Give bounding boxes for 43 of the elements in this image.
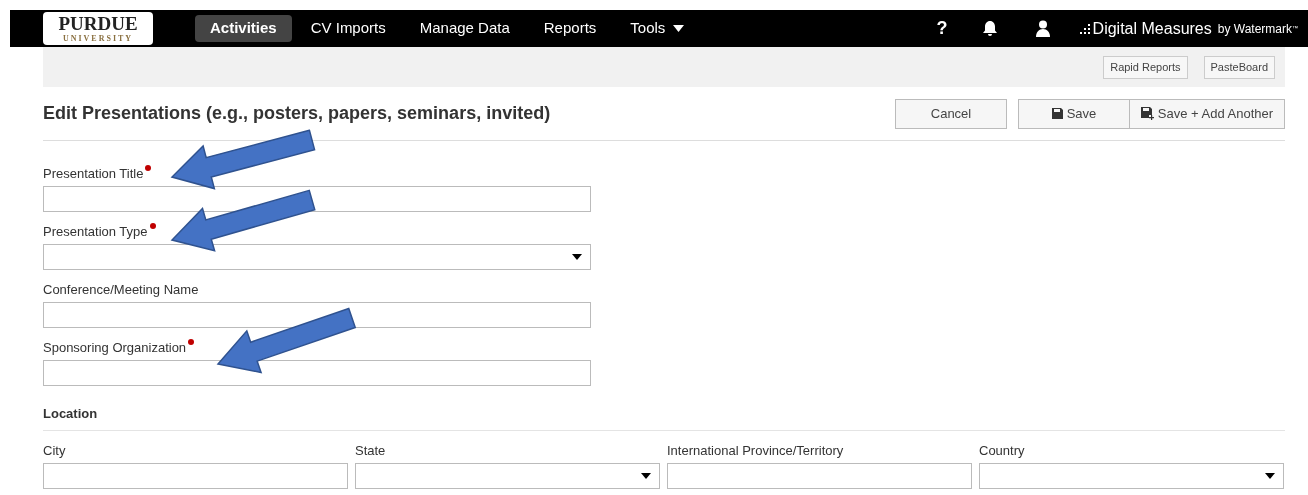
- nav-tab[interactable]: CV Imports: [295, 15, 401, 42]
- caret-icon: [673, 25, 685, 32]
- toolbar-button[interactable]: Rapid Reports: [1103, 55, 1188, 79]
- field-label: City: [43, 441, 66, 460]
- floppy-icon: [1051, 108, 1063, 119]
- caret-icon: [1265, 472, 1275, 479]
- select-field[interactable]: [355, 462, 660, 489]
- field-label: Presentation Type: [43, 223, 148, 241]
- logo-title: PURDUE: [58, 14, 138, 34]
- brand-name: Digital Measures: [1092, 18, 1212, 39]
- field-label: Presentation Title: [43, 165, 144, 183]
- field-label: Conference/Meeting Name: [43, 281, 199, 299]
- nav-tab[interactable]: Activities: [195, 15, 292, 42]
- save-button[interactable]: Save: [1018, 98, 1130, 129]
- nav-tab[interactable]: Reports: [528, 15, 612, 42]
- input-field[interactable]: [667, 462, 972, 489]
- bell-icon[interactable]: [981, 20, 998, 37]
- section-heading: Location: [43, 404, 1285, 431]
- save-add-button[interactable]: Save + Add Another: [1130, 98, 1285, 129]
- floppy-plus-icon: [1140, 107, 1154, 120]
- help-button[interactable]: ?: [936, 15, 948, 42]
- field-label: Sponsoring Organization: [43, 339, 187, 357]
- toolbar-button[interactable]: PasteBoard: [1203, 55, 1275, 79]
- logo-subtitle: UNIVERSITY: [62, 34, 134, 43]
- input-field[interactable]: [43, 462, 348, 489]
- input-field[interactable]: [43, 360, 591, 386]
- field-label: International Province/Territory: [667, 441, 844, 460]
- logo[interactable]: PURDUE UNIVERSITY: [43, 12, 153, 45]
- cancel-button[interactable]: Cancel: [895, 98, 1007, 129]
- field-label: State: [355, 441, 386, 460]
- input-field[interactable]: [43, 302, 591, 328]
- select-field[interactable]: [43, 244, 591, 270]
- nav-tab[interactable]: Manage Data: [404, 15, 525, 42]
- caret-icon: [641, 472, 651, 479]
- dots-logo-icon: [1079, 22, 1092, 35]
- brand-suffix: by Watermark: [1217, 20, 1292, 38]
- field-label: Country: [979, 441, 1025, 460]
- form-title: Edit Presentations (e.g., posters, papers, seminars, invited): [43, 102, 552, 125]
- user-icon[interactable]: [1035, 20, 1050, 37]
- caret-icon: [572, 254, 582, 260]
- nav-tab[interactable]: Tools: [615, 15, 700, 42]
- input-field[interactable]: [43, 186, 591, 212]
- select-field[interactable]: [979, 462, 1284, 489]
